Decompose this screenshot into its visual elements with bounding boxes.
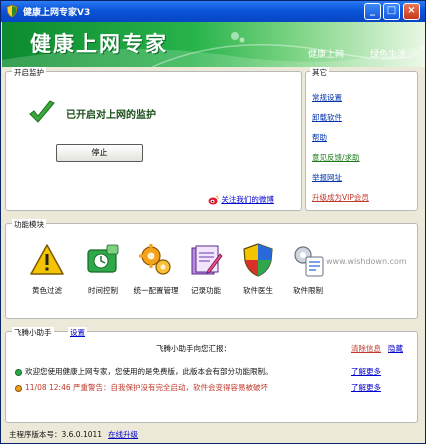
checkmark-icon: [29, 100, 55, 123]
hide-link[interactable]: 隐藏: [388, 343, 403, 354]
report-url-link[interactable]: 举报网址: [312, 173, 342, 182]
module-label: 软件医生: [243, 286, 273, 295]
module-label: 黄色过滤: [32, 286, 62, 295]
other-links: 常规设置 卸载软件 帮助 意见反馈/求助 举报网址 升级成为VIP会员: [312, 92, 369, 212]
monitor-section-title: 开启监护: [12, 67, 46, 78]
clear-info-link[interactable]: 清除信息: [351, 343, 381, 354]
weibo-icon: [208, 195, 219, 205]
module-time-control[interactable]: 时间控制: [78, 242, 128, 296]
modules-panel: 功能模块 黄色过滤 时间控制 统一配置管理 记录功能 软件医生 软件限制 www…: [5, 219, 418, 319]
shield-app-icon: [6, 4, 18, 18]
help-link[interactable]: 帮助: [312, 133, 327, 142]
assistant-report-title: 飞腾小助手向您汇报：: [156, 344, 231, 353]
version-label: 主程序版本号：3.6.0.1011: [9, 430, 103, 439]
brand-title: 健康上网专家: [30, 32, 168, 56]
stop-button[interactable]: 停止: [56, 144, 143, 162]
upgrade-vip-link[interactable]: 升级成为VIP会员: [312, 193, 369, 202]
message-item: 欢迎您使用健康上网专家，您使用的是免费版，此版本会有部分功能限制。: [15, 366, 273, 377]
module-label: 时间控制: [88, 286, 118, 295]
module-label: 记录功能: [191, 286, 221, 295]
modules-section-title: 功能模块: [12, 219, 46, 230]
general-settings-link[interactable]: 常规设置: [312, 93, 342, 102]
slogan-green: 绿色生活: [370, 50, 407, 60]
gears-icon: [139, 244, 171, 275]
assistant-panel: 飞腾小助手 设置 飞腾小助手向您汇报： 清除信息 隐藏 欢迎您使用健康上网专家，…: [5, 327, 418, 423]
monitor-panel: 开启监护 已开启对上网的监护 停止 关注我们的微博: [5, 67, 302, 211]
minimize-button[interactable]: _: [364, 3, 381, 20]
window-title: 健康上网专家V3: [23, 8, 91, 18]
assistant-settings-link[interactable]: 设置: [68, 327, 87, 338]
shield-icon: [243, 243, 273, 277]
maximize-button[interactable]: □: [383, 3, 400, 20]
learn-more-link[interactable]: 了解更多: [351, 382, 381, 393]
module-software-limit[interactable]: 软件限制: [283, 242, 333, 296]
learn-more-link[interactable]: 了解更多: [351, 366, 381, 377]
message-text: 11/08 12:46 严重警告：自我保护没有完全启动，软件会变得容易被破坏: [25, 383, 268, 392]
module-label: 统一配置管理: [133, 286, 179, 295]
software-limit-icon: [294, 246, 324, 277]
monitor-status-text: 已开启对上网的监护: [66, 110, 156, 121]
header-banner: 健康上网专家 健康上网 绿色生活: [2, 22, 425, 67]
online-upgrade-link[interactable]: 在线升级: [108, 430, 138, 439]
message-text: 欢迎您使用健康上网专家，您使用的是免费版，此版本会有部分功能限制。: [25, 367, 273, 376]
warning-triangle-icon: [30, 244, 64, 275]
warning-status-icon: [15, 384, 22, 392]
main-window: 健康上网专家V3 _ □ × 健康上网专家 健康上网 绿色生活 开启监护 已开启…: [0, 0, 426, 444]
title-bar: 健康上网专家V3 _ □ ×: [1, 1, 425, 22]
feedback-link[interactable]: 意见反馈/求助: [312, 153, 360, 162]
module-label: 软件限制: [293, 286, 323, 295]
assistant-section-title: 飞腾小助手: [12, 327, 54, 338]
follow-weibo-link[interactable]: 关注我们的微博: [221, 195, 274, 204]
records-icon: [191, 245, 223, 275]
other-panel: 其它 常规设置 卸载软件 帮助 意见反馈/求助 举报网址 升级成为VIP会员: [305, 67, 418, 212]
time-control-icon: [87, 244, 119, 273]
watermark-text: www.wishdown.com: [326, 257, 407, 266]
module-unified-config[interactable]: 统一配置管理: [131, 242, 181, 296]
other-section-title: 其它: [310, 67, 329, 78]
module-software-doctor[interactable]: 软件医生: [233, 242, 283, 296]
follow-weibo: 关注我们的微博: [208, 194, 274, 205]
uninstall-link[interactable]: 卸载软件: [312, 113, 342, 122]
footer: 主程序版本号：3.6.0.1011 在线升级: [9, 429, 138, 440]
slogan-healthy: 健康上网: [308, 50, 345, 60]
module-porn-filter[interactable]: 黄色过滤: [22, 242, 72, 296]
module-records[interactable]: 记录功能: [181, 242, 231, 296]
close-button[interactable]: ×: [403, 3, 420, 20]
message-item: 11/08 12:46 严重警告：自我保护没有完全启动，软件会变得容易被破坏: [15, 382, 268, 393]
ok-status-icon: [15, 368, 22, 376]
